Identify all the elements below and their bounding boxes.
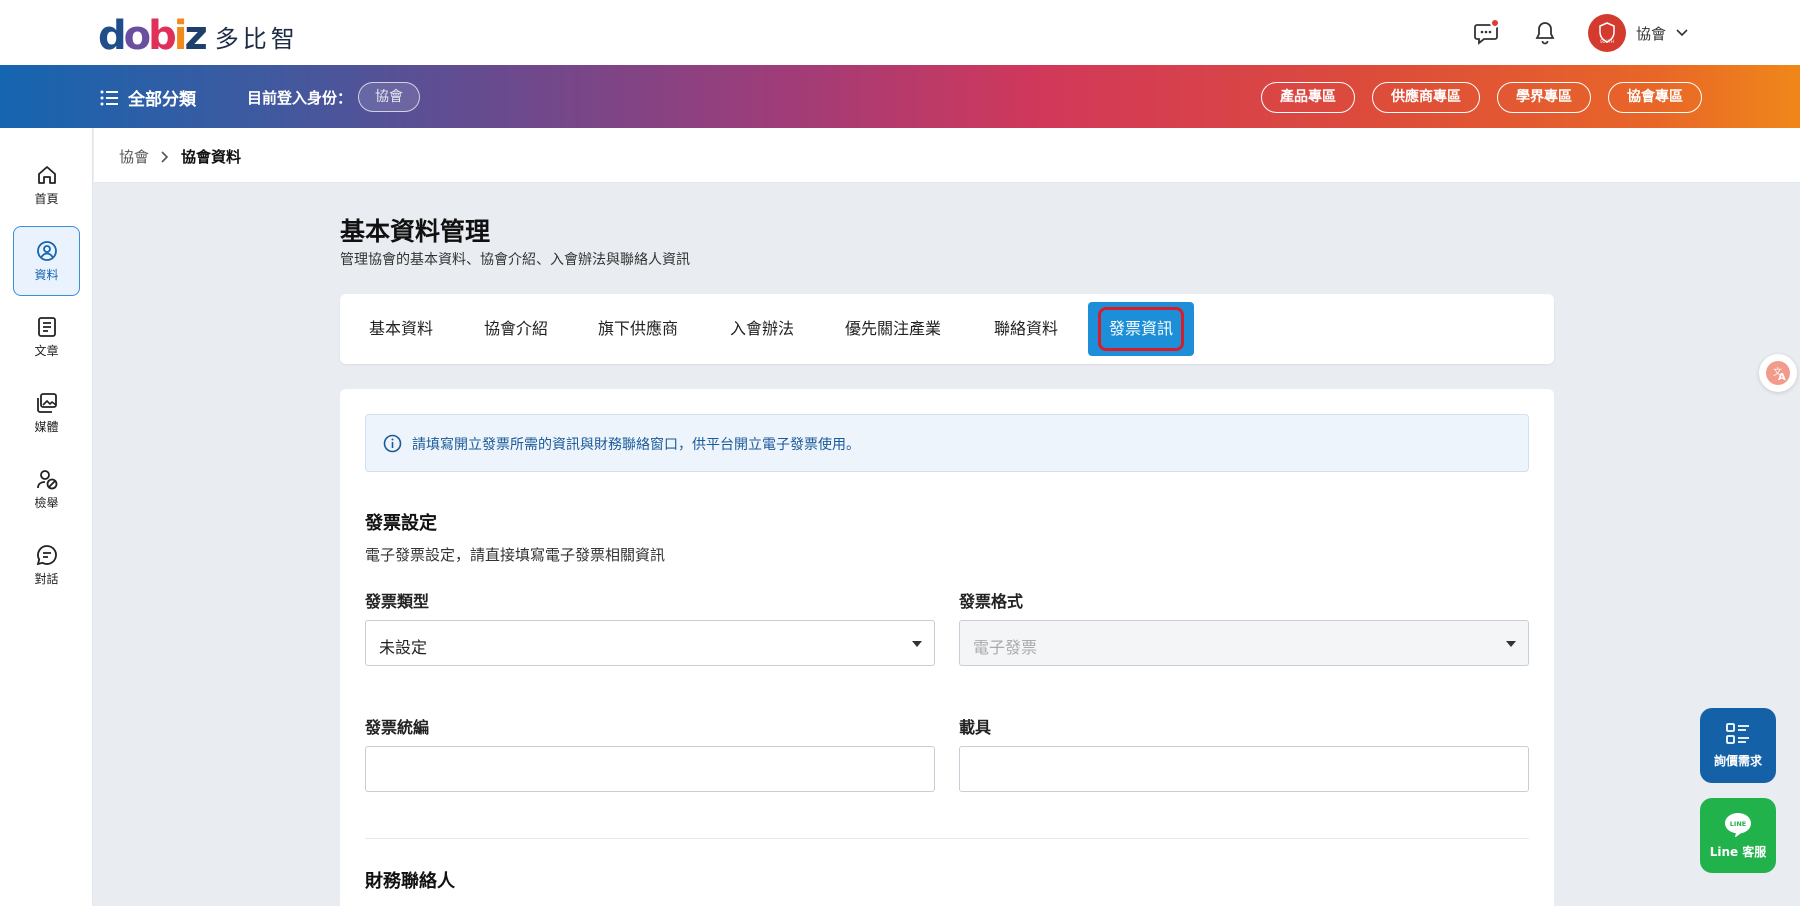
brand-logo[interactable]: dobiz 多比智	[98, 16, 299, 56]
tab-suppliers[interactable]: 旗下供應商	[598, 294, 678, 364]
tab-basic-info[interactable]: 基本資料	[369, 294, 433, 364]
messages-button[interactable]	[1468, 14, 1506, 52]
tab-invoice-info[interactable]: 發票資訊	[1088, 302, 1195, 356]
tab-invoice-info-label: 發票資訊	[1098, 307, 1185, 351]
sidebar-item-media[interactable]: 媒體	[13, 378, 80, 448]
page-title: 基本資料管理	[340, 217, 491, 246]
translate-icon: 文A	[1766, 361, 1790, 385]
invoice-type-select[interactable]: 未設定	[365, 620, 935, 666]
translate-button[interactable]: 文A	[1759, 354, 1797, 392]
sidebar-item-label: 資料	[34, 267, 59, 282]
chat-icon	[36, 544, 57, 565]
page-subtitle: 管理協會的基本資料、協會介紹、入會辦法與聯絡人資訊	[340, 252, 690, 268]
invoice-type-label: 發票類型	[365, 592, 430, 611]
list-details-icon	[1726, 723, 1749, 744]
invoice-format-label: 發票格式	[959, 592, 1024, 611]
report-user-icon	[36, 469, 57, 489]
svg-text:A: A	[1778, 372, 1786, 383]
list-icon	[100, 90, 118, 105]
line-badge-text: LINE	[1730, 820, 1746, 828]
sidebar-item-report[interactable]: 檢舉	[13, 454, 80, 524]
carrier-label: 載具	[959, 718, 992, 737]
media-icon	[36, 392, 57, 413]
zone-suppliers-button[interactable]: 供應商專區	[1372, 82, 1480, 113]
top-header: dobiz 多比智 SOUTH 協會	[0, 0, 1800, 65]
tab-membership[interactable]: 入會辦法	[730, 294, 794, 364]
bell-icon	[1535, 22, 1555, 45]
dropdown-arrow-icon	[1506, 641, 1516, 647]
tab-priority-industries[interactable]: 優先關注產業	[845, 294, 941, 364]
tab-association-intro[interactable]: 協會介紹	[484, 294, 548, 364]
chevron-right-icon	[161, 150, 169, 163]
zone-products-button[interactable]: 產品專區	[1261, 82, 1355, 113]
tabs-bar: 基本資料 協會介紹 旗下供應商 入會辦法 優先關注產業 聯絡資料 發票資訊	[340, 294, 1554, 364]
unread-dot	[1489, 18, 1500, 28]
zone-associations-button[interactable]: 協會專區	[1608, 82, 1702, 113]
avatar-text: SOUTH	[1600, 39, 1614, 44]
tab-contact-info[interactable]: 聯絡資料	[994, 294, 1058, 364]
breadcrumb-parent-link[interactable]: 協會	[119, 146, 149, 167]
all-categories-button[interactable]: 全部分類	[100, 85, 196, 110]
sidebar-item-label: 檢舉	[34, 495, 59, 510]
breadcrumb-current: 協會資料	[181, 148, 242, 166]
sidebar-item-label: 文章	[34, 343, 59, 358]
dropdown-arrow-icon	[912, 641, 922, 647]
tax-id-label: 發票統編	[365, 718, 430, 737]
carrier-input[interactable]	[959, 746, 1529, 792]
avatar[interactable]: SOUTH	[1587, 14, 1626, 52]
user-name[interactable]: 協會	[1636, 23, 1666, 44]
login-as-label: 目前登入身份：	[247, 89, 353, 107]
line-support-label: Line 客服	[1709, 845, 1767, 859]
zone-academia-button[interactable]: 學界專區	[1497, 82, 1591, 113]
tax-id-input[interactable]	[365, 746, 935, 792]
line-support-button[interactable]: LINE Line 客服	[1700, 798, 1776, 873]
logo-mark: dobiz	[98, 13, 208, 59]
invoice-format-select: 電子發票	[959, 620, 1529, 666]
home-icon	[37, 165, 56, 184]
line-logo-icon: LINE	[1725, 813, 1751, 837]
category-navbar: 全部分類 目前登入身份： 協會 產品專區 供應商專區 學界專區 協會專區	[0, 65, 1800, 128]
breadcrumb-bar: 協會 協會資料	[94, 128, 1800, 183]
user-circle-icon	[36, 240, 57, 261]
sidebar-item-label: 媒體	[34, 419, 59, 434]
invoice-type-value: 未設定	[379, 638, 428, 657]
sidebar-item-profile[interactable]: 資料	[13, 226, 80, 296]
breadcrumb: 協會 協會資料	[119, 146, 241, 167]
sidebar-item-label: 對話	[34, 571, 59, 586]
finance-contact-title: 財務聯絡人	[365, 871, 455, 892]
invoice-settings-subtitle: 電子發票設定，請直接填寫電子發票相關資訊	[365, 546, 666, 564]
sidebar-item-label: 首頁	[34, 191, 59, 206]
chevron-down-icon[interactable]	[1676, 29, 1688, 37]
info-notice: 請填寫開立發票所需的資訊與財務聯絡窗口，供平台開立電子發票使用。	[365, 414, 1529, 472]
role-badge: 協會	[358, 82, 420, 112]
all-categories-label: 全部分類	[128, 90, 196, 110]
sidebar: 首頁 資料 文章 媒體 檢舉 對話	[0, 128, 93, 906]
shield-logo-icon: SOUTH	[1599, 22, 1615, 44]
article-icon	[37, 316, 56, 337]
info-icon	[383, 434, 402, 453]
invoice-form-card: 請填寫開立發票所需的資訊與財務聯絡窗口，供平台開立電子發票使用。 發票設定 電子…	[340, 389, 1554, 906]
invoice-format-value: 電子發票	[973, 638, 1038, 657]
sidebar-item-chat[interactable]: 對話	[13, 530, 80, 600]
brand-name: 多比智	[214, 24, 299, 53]
quote-request-label: 詢價需求	[1713, 754, 1762, 768]
sidebar-item-articles[interactable]: 文章	[13, 302, 80, 372]
info-text: 請填寫開立發票所需的資訊與財務聯絡窗口，供平台開立電子發票使用。	[412, 437, 860, 453]
notifications-button[interactable]	[1526, 14, 1564, 52]
section-divider	[365, 838, 1529, 839]
invoice-settings-title: 發票設定	[365, 513, 437, 534]
quote-request-button[interactable]: 詢價需求	[1700, 708, 1776, 783]
sidebar-item-home[interactable]: 首頁	[13, 150, 80, 220]
